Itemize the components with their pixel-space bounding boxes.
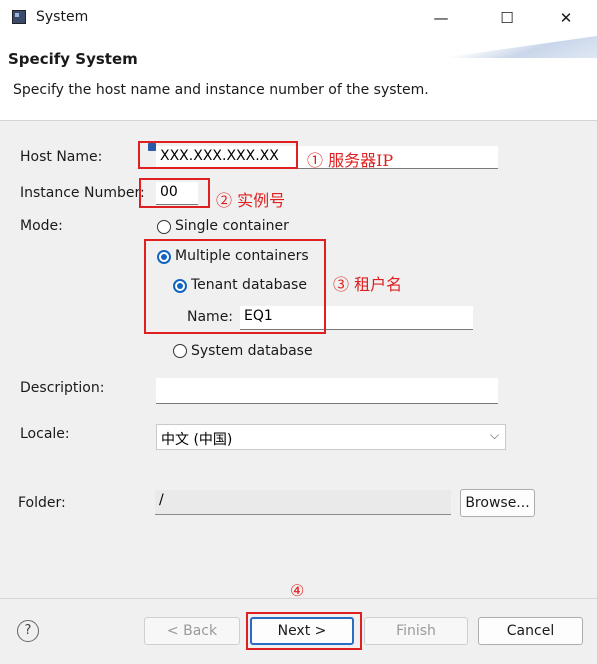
finish-button[interactable]: Finish — [364, 617, 468, 645]
folder-label: Folder: — [18, 495, 66, 511]
browse-button[interactable]: Browse... — [460, 489, 535, 517]
next-highlight-box — [246, 612, 362, 650]
host-name-label: Host Name: — [20, 149, 103, 165]
single-container-label[interactable]: Single container — [175, 218, 289, 234]
help-icon[interactable]: ? — [17, 620, 39, 642]
folder-input[interactable]: / — [155, 490, 451, 515]
mode-label: Mode: — [20, 218, 63, 234]
maximize-button[interactable]: ☐ — [484, 4, 530, 32]
instance-number-label: Instance Number: — [20, 185, 145, 201]
description-input[interactable] — [156, 378, 498, 404]
back-button[interactable]: < Back — [144, 617, 240, 645]
cancel-button[interactable]: Cancel — [478, 617, 583, 645]
chevron-down-icon[interactable]: ⌵ — [490, 428, 499, 443]
page-title: Specify System — [8, 50, 138, 68]
locale-label: Locale: — [20, 426, 70, 442]
app-icon — [12, 10, 26, 24]
minimize-button[interactable]: — — [418, 4, 464, 32]
instance-annotation: ② 实例号 — [216, 191, 286, 210]
locale-select[interactable]: 中文 (中国) — [156, 424, 506, 450]
system-database-label[interactable]: System database — [191, 343, 313, 359]
tenant-annotation: ③ 租户名 — [333, 275, 403, 294]
system-database-radio[interactable] — [173, 344, 187, 358]
page-description: Specify the host name and instance numbe… — [13, 82, 429, 98]
close-button[interactable]: ✕ — [543, 4, 589, 32]
single-container-radio[interactable] — [157, 220, 171, 234]
instance-highlight-box — [139, 178, 210, 208]
window-title: System — [36, 9, 89, 25]
host-annotation: ① 服务器IP — [307, 151, 394, 170]
locale-value: 中文 (中国) — [161, 432, 233, 448]
description-label: Description: — [20, 380, 105, 396]
tenant-highlight-box — [144, 239, 326, 334]
next-annotation: ④ — [290, 581, 305, 600]
host-highlight-box — [138, 141, 298, 169]
